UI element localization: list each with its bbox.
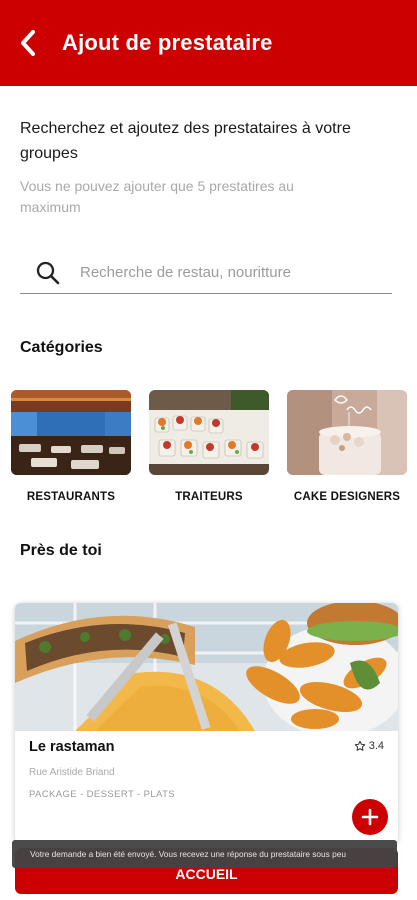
- restaurant-image: [11, 390, 131, 475]
- category-cake-designers[interactable]: CAKE DESIGNERS: [287, 390, 407, 503]
- arrow-back-icon: [21, 30, 35, 56]
- category-label: RESTAURANTS: [26, 491, 116, 503]
- category-restaurants[interactable]: RESTAURANTS: [11, 390, 131, 503]
- provider-name: Le rastaman: [29, 739, 115, 755]
- app-bar: Ajout de prestataire: [0, 0, 417, 86]
- back-button[interactable]: [14, 28, 44, 58]
- category-label: CAKE DESIGNERS: [293, 491, 401, 503]
- catering-image: [149, 390, 269, 475]
- provider-address: Rue Aristide Briand: [29, 767, 115, 778]
- category-traiteurs[interactable]: TRAITEURS: [149, 390, 269, 503]
- search-input[interactable]: [80, 260, 385, 284]
- provider-card[interactable]: Le rastaman 3.4 Rue Aristide Briand PACK…: [15, 603, 398, 843]
- search-icon: [36, 261, 60, 285]
- cake-image: [287, 390, 407, 475]
- snackbar: Votre demande a bien été envoyé. Vous re…: [12, 840, 397, 868]
- plus-icon: [361, 808, 379, 826]
- search-bar[interactable]: [20, 250, 392, 294]
- add-provider-button[interactable]: [352, 799, 388, 835]
- provider-rating: 3.4: [354, 740, 384, 752]
- page-title: Ajout de prestataire: [62, 30, 273, 55]
- intro-text: Recherchez et ajoutez des prestataires à…: [20, 120, 351, 162]
- categories-title: Catégories: [20, 339, 103, 356]
- category-label: TRAITEURS: [175, 491, 243, 503]
- nearby-title: Près de toi: [20, 542, 102, 559]
- provider-tags: PACKAGE - DESSERT - PLATS: [29, 789, 176, 800]
- provider-image: [15, 603, 398, 731]
- limit-hint: Vous ne pouvez ajouter que 5 prestatires…: [20, 178, 294, 215]
- rating-value: 3.4: [368, 740, 384, 752]
- star-icon: [354, 740, 365, 751]
